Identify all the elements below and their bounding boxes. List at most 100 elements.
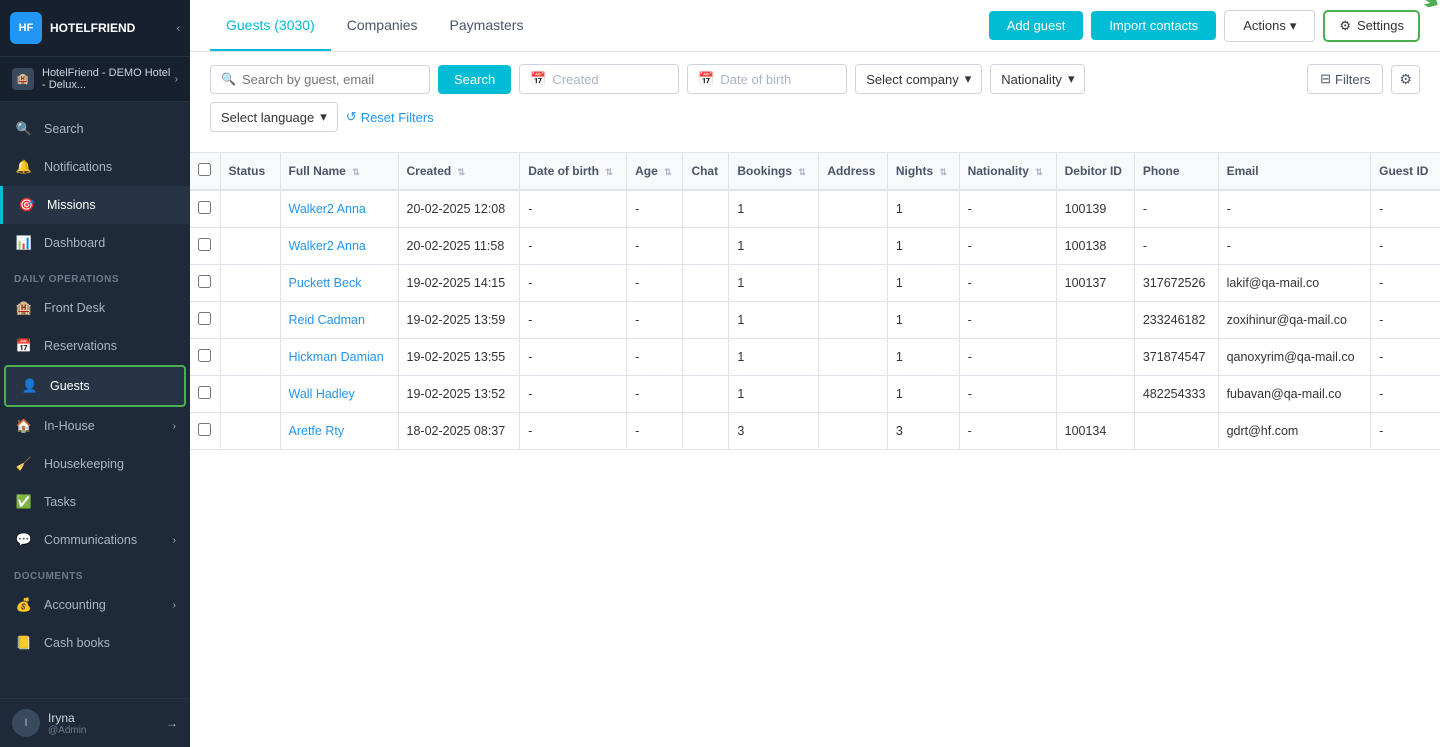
cell-full-name[interactable]: Aretfe Rty — [280, 413, 398, 450]
cell-bookings: 1 — [729, 339, 819, 376]
col-age[interactable]: Age ⇅ — [627, 153, 683, 190]
sidebar-item-accounting[interactable]: 💰 Accounting › — [0, 586, 190, 624]
row-checkbox-cell[interactable] — [190, 302, 220, 339]
bookings-sort-icon: ⇅ — [798, 167, 806, 177]
cell-address — [819, 228, 887, 265]
language-dropdown[interactable]: Select language ▾ — [210, 102, 338, 132]
row-checkbox[interactable] — [198, 312, 211, 325]
age-sort-icon: ⇅ — [664, 167, 672, 177]
col-dob[interactable]: Date of birth ⇅ — [520, 153, 627, 190]
col-nights[interactable]: Nights ⇅ — [887, 153, 959, 190]
dob-calendar-icon: 📅 — [698, 71, 714, 87]
col-status: Status — [220, 153, 280, 190]
cell-full-name[interactable]: Hickman Damian — [280, 339, 398, 376]
sidebar-item-dashboard[interactable]: 📊 Dashboard — [0, 224, 190, 262]
cell-age: - — [627, 265, 683, 302]
col-created[interactable]: Created ⇅ — [398, 153, 520, 190]
hotel-info[interactable]: 🏨 HotelFriend - DEMO Hotel - Delux... › — [0, 57, 190, 102]
row-checkbox[interactable] — [198, 238, 211, 251]
reset-filters-button[interactable]: ↺ Reset Filters — [346, 109, 434, 125]
cell-age: - — [627, 190, 683, 228]
col-phone: Phone — [1134, 153, 1218, 190]
sidebar-item-housekeeping[interactable]: 🧹 Housekeeping — [0, 445, 190, 483]
cell-full-name[interactable]: Wall Hadley — [280, 376, 398, 413]
cell-full-name[interactable]: Walker2 Anna — [280, 190, 398, 228]
sidebar-item-reservations[interactable]: 📅 Reservations — [0, 327, 190, 365]
language-chevron-icon: ▾ — [320, 109, 327, 125]
cell-full-name[interactable]: Walker2 Anna — [280, 228, 398, 265]
row-checkbox-cell[interactable] — [190, 228, 220, 265]
import-contacts-button[interactable]: Import contacts — [1091, 11, 1216, 40]
cell-full-name[interactable]: Reid Cadman — [280, 302, 398, 339]
sidebar-item-front-desk[interactable]: 🏨 Front Desk — [0, 289, 190, 327]
col-chat: Chat — [683, 153, 729, 190]
cell-age: - — [627, 228, 683, 265]
in-house-arrow-icon: › — [173, 421, 176, 432]
dob-date-input[interactable]: 📅 Date of birth — [687, 64, 847, 94]
cell-created: 18-02-2025 08:37 — [398, 413, 520, 450]
row-checkbox[interactable] — [198, 423, 211, 436]
col-full-name[interactable]: Full Name ⇅ — [280, 153, 398, 190]
sidebar-item-communications[interactable]: 💬 Communications › — [0, 521, 190, 559]
footer-arrow-icon[interactable]: → — [166, 716, 178, 730]
sidebar-item-cash-books[interactable]: 📒 Cash books — [0, 624, 190, 662]
row-checkbox[interactable] — [198, 349, 211, 362]
cell-full-name[interactable]: Puckett Beck — [280, 265, 398, 302]
cell-status — [220, 302, 280, 339]
filters-button[interactable]: ⊟ Filters — [1307, 64, 1383, 94]
cell-bookings: 1 — [729, 376, 819, 413]
settings-button[interactable]: ⚙ Settings — [1323, 10, 1420, 42]
column-settings-icon[interactable]: ⚙ — [1391, 65, 1420, 94]
row-checkbox[interactable] — [198, 386, 211, 399]
sidebar-item-missions[interactable]: 🎯 Missions — [0, 186, 190, 224]
row-checkbox-cell[interactable] — [190, 413, 220, 450]
cell-nights: 1 — [887, 302, 959, 339]
table-row: Walker2 Anna 20-02-2025 11:58 - - 1 1 - … — [190, 228, 1440, 265]
filter-row-2: Select language ▾ ↺ Reset Filters — [210, 102, 1420, 132]
actions-button[interactable]: Actions ▾ — [1224, 10, 1315, 42]
reservations-icon: 📅 — [14, 336, 34, 356]
row-checkbox-cell[interactable] — [190, 190, 220, 228]
cell-created: 19-02-2025 13:52 — [398, 376, 520, 413]
add-guest-button[interactable]: Add guest — [989, 11, 1084, 40]
nationality-chevron-icon: ▾ — [1068, 71, 1075, 87]
search-button[interactable]: Search — [438, 65, 511, 94]
sidebar-item-guests[interactable]: 👤 Guests — [4, 365, 186, 407]
sidebar-label-accounting: Accounting — [44, 598, 106, 612]
cell-nationality: - — [959, 190, 1056, 228]
search-input-wrap[interactable]: 🔍 — [210, 65, 430, 94]
sidebar-item-notifications[interactable]: 🔔 Notifications — [0, 148, 190, 186]
sidebar-item-in-house[interactable]: 🏠 In-House › — [0, 407, 190, 445]
cell-dob: - — [520, 190, 627, 228]
created-date-input[interactable]: 📅 Created — [519, 64, 679, 94]
tab-guests[interactable]: Guests (3030) — [210, 0, 331, 51]
tab-paymasters[interactable]: Paymasters — [434, 0, 540, 51]
filter-row-1: 🔍 Search 📅 Created 📅 Date of birth Selec… — [210, 64, 1420, 94]
row-checkbox[interactable] — [198, 201, 211, 214]
sidebar-label-search: Search — [44, 122, 84, 136]
sidebar-logo[interactable]: HF HOTELFRIEND ‹ — [0, 0, 190, 57]
sidebar-item-search[interactable]: 🔍 Search — [0, 110, 190, 148]
cell-dob: - — [520, 228, 627, 265]
tab-companies[interactable]: Companies — [331, 0, 434, 51]
missions-icon: 🎯 — [17, 195, 37, 215]
col-bookings[interactable]: Bookings ⇅ — [729, 153, 819, 190]
cell-nights: 3 — [887, 413, 959, 450]
search-input[interactable] — [242, 72, 419, 87]
communications-icon: 💬 — [14, 530, 34, 550]
row-checkbox-cell[interactable] — [190, 265, 220, 302]
sidebar-item-tasks[interactable]: ✅ Tasks — [0, 483, 190, 521]
cell-chat — [683, 228, 729, 265]
select-company-dropdown[interactable]: Select company ▾ — [855, 64, 982, 94]
nationality-dropdown[interactable]: Nationality ▾ — [990, 64, 1085, 94]
select-all-checkbox-header[interactable] — [190, 153, 220, 190]
row-checkbox-cell[interactable] — [190, 339, 220, 376]
cell-created: 19-02-2025 14:15 — [398, 265, 520, 302]
select-all-checkbox[interactable] — [198, 163, 211, 176]
col-nationality[interactable]: Nationality ⇅ — [959, 153, 1056, 190]
sidebar-collapse-icon[interactable]: ‹ — [177, 23, 180, 34]
row-checkbox-cell[interactable] — [190, 376, 220, 413]
row-checkbox[interactable] — [198, 275, 211, 288]
cell-phone — [1134, 413, 1218, 450]
cell-nationality: - — [959, 302, 1056, 339]
